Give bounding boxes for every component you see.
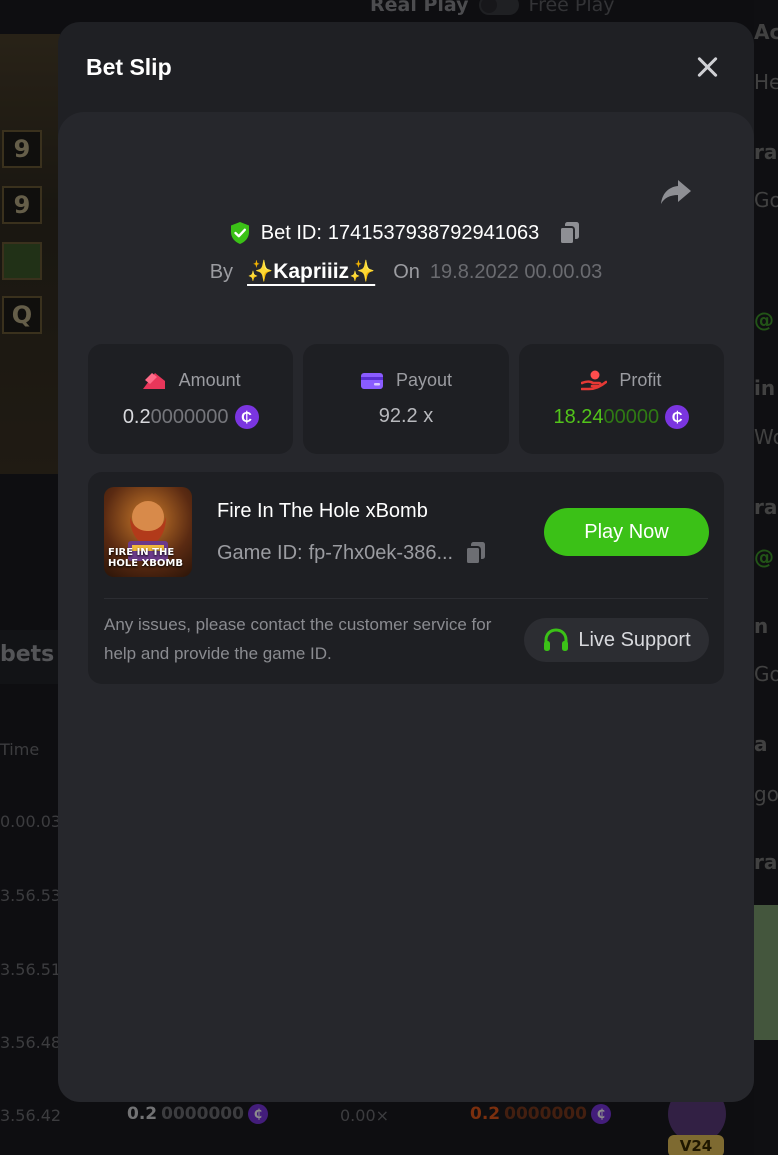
game-thumbnail[interactable]: FIRE IN THE HOLE XBOMB — [104, 487, 192, 577]
game-thumb-text: HOLE XBOMB — [108, 558, 183, 569]
profit-label: Profit — [619, 369, 662, 390]
amount-icon — [142, 373, 165, 389]
game-id-value: fp-7hx0ek-386... — [308, 541, 454, 564]
game-name: Fire In The Hole xBomb — [217, 500, 428, 522]
play-now-button[interactable]: Play Now — [544, 508, 709, 556]
bet-date: 19.8.2022 00.00.03 — [429, 260, 603, 283]
headset-icon — [544, 628, 569, 651]
payout-card: Payout 92.2 x — [303, 344, 509, 454]
modal-header: Bet Slip — [58, 22, 754, 112]
bet-author-row: By ✨Kapriiiz✨ On 19.8.2022 00.00.03 — [58, 260, 754, 284]
share-icon[interactable] — [658, 176, 694, 208]
divider — [104, 598, 708, 599]
amount-card: Amount 0.20000000 ₵ — [88, 344, 294, 454]
profit-card: Profit 18.2400000 ₵ — [518, 344, 724, 454]
amount-label: Amount — [178, 369, 241, 390]
coin-icon: ₵ — [234, 405, 259, 429]
live-support-button[interactable]: Live Support — [524, 618, 709, 662]
on-label: On — [393, 260, 420, 283]
copy-icon[interactable] — [463, 540, 489, 566]
modal-title: Bet Slip — [86, 53, 172, 80]
bet-stats: Amount 0.20000000 ₵ Payout 92.2 x Profit… — [88, 344, 724, 454]
verified-shield-icon — [230, 222, 249, 244]
bet-slip-modal: Bet Slip Bet ID: 1741537938792941063 By … — [58, 22, 754, 1102]
bet-id-value: 1741537938792941063 — [327, 221, 540, 244]
amount-value: 0.20000000 ₵ — [123, 405, 259, 429]
modal-body: Bet ID: 1741537938792941063 By ✨Kapriiiz… — [58, 112, 754, 1102]
profit-icon — [581, 370, 608, 391]
live-support-label: Live Support — [578, 628, 691, 651]
copy-icon[interactable] — [557, 220, 583, 246]
username-link[interactable]: ✨Kapriiiz✨ — [247, 260, 375, 284]
bet-id-row: Bet ID: 1741537938792941063 — [58, 220, 754, 246]
by-label: By — [209, 260, 234, 283]
profit-value: 18.2400000 ₵ — [553, 405, 690, 429]
support-notice: Any issues, please contact the customer … — [104, 615, 492, 663]
payout-label: Payout — [395, 370, 453, 390]
game-id-row: Game ID: fp-7hx0ek-386... — [217, 540, 489, 566]
game-card: FIRE IN THE HOLE XBOMB Fire In The Hole … — [88, 472, 724, 684]
game-thumb-text: FIRE IN THE — [108, 547, 175, 558]
close-icon[interactable] — [692, 52, 722, 82]
game-id-label: Game ID: — [217, 541, 303, 564]
coin-icon: ₵ — [665, 405, 690, 429]
payout-value: 92.2 x — [378, 405, 434, 427]
payout-card-icon — [360, 372, 383, 389]
bet-id-label: Bet ID: — [260, 221, 322, 244]
